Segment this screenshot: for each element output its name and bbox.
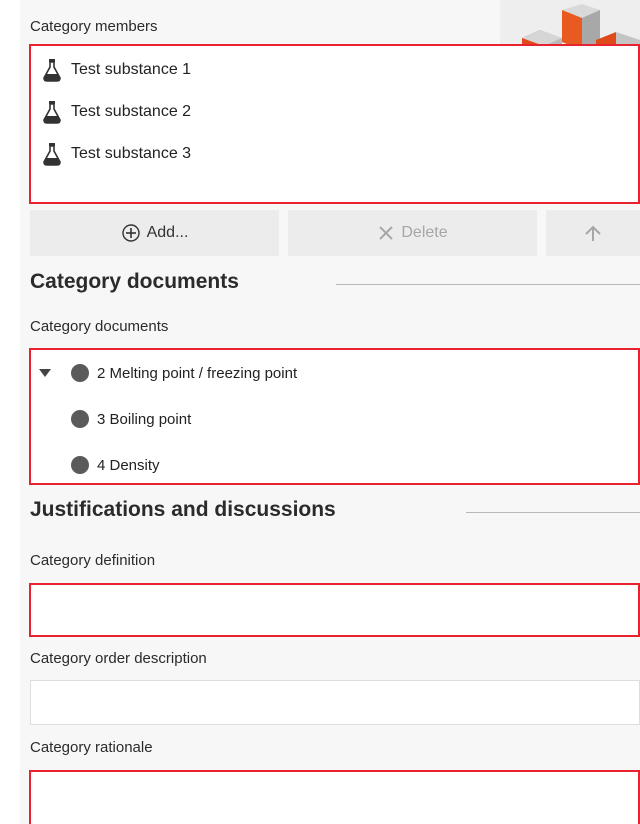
category-documents-tree[interactable]: 2 Melting point / freezing point 3 Boili… <box>29 348 640 485</box>
substance-flask-icon <box>43 143 61 166</box>
category-documents-label: Category documents <box>30 318 169 335</box>
expand-triangle-icon[interactable] <box>39 369 51 377</box>
add-button-label: Add... <box>146 224 189 241</box>
list-item[interactable]: Test substance 3 <box>41 142 191 166</box>
category-definition-label: Category definition <box>30 552 156 569</box>
plus-circle-icon <box>121 224 140 242</box>
category-order-description-label: Category order description <box>30 650 207 667</box>
category-rationale-field[interactable] <box>29 770 640 824</box>
list-item[interactable]: Test substance 2 <box>41 100 191 124</box>
window-edge <box>0 0 20 824</box>
document-label: 2 Melting point / freezing point <box>97 364 298 382</box>
section-divider <box>336 284 640 285</box>
move-up-button[interactable] <box>546 210 640 256</box>
substance-flask-icon <box>43 101 61 124</box>
arrow-up-icon <box>585 225 601 241</box>
category-documents-heading: Category documents <box>30 270 239 293</box>
member-name: Test substance 3 <box>71 145 192 162</box>
member-name: Test substance 1 <box>71 61 192 78</box>
list-item[interactable]: Test substance 1 <box>41 58 191 82</box>
delete-button-label: Delete <box>401 224 448 241</box>
tree-item[interactable]: 2 Melting point / freezing point <box>71 361 297 385</box>
delete-button[interactable]: Delete <box>288 210 537 256</box>
category-rationale-label: Category rationale <box>30 739 153 756</box>
category-members-label: Category members <box>30 18 158 35</box>
substance-flask-icon <box>43 59 61 82</box>
member-name: Test substance 2 <box>71 103 192 120</box>
tree-item[interactable]: 3 Boiling point <box>71 407 191 431</box>
category-order-description-field[interactable] <box>30 680 640 725</box>
close-icon <box>379 226 394 240</box>
justifications-heading: Justifications and discussions <box>30 498 336 521</box>
document-label: 3 Boiling point <box>97 410 192 428</box>
document-status-icon <box>71 410 89 428</box>
add-button[interactable]: Add... <box>30 210 279 256</box>
document-status-icon <box>71 456 89 474</box>
section-divider <box>466 512 640 513</box>
tree-item[interactable]: 4 Density <box>71 453 160 477</box>
category-members-list[interactable]: Test substance 1 Test substance 2 Test s… <box>29 44 640 204</box>
document-label: 4 Density <box>97 456 160 474</box>
category-definition-field[interactable] <box>29 583 640 637</box>
document-status-icon <box>71 364 89 382</box>
